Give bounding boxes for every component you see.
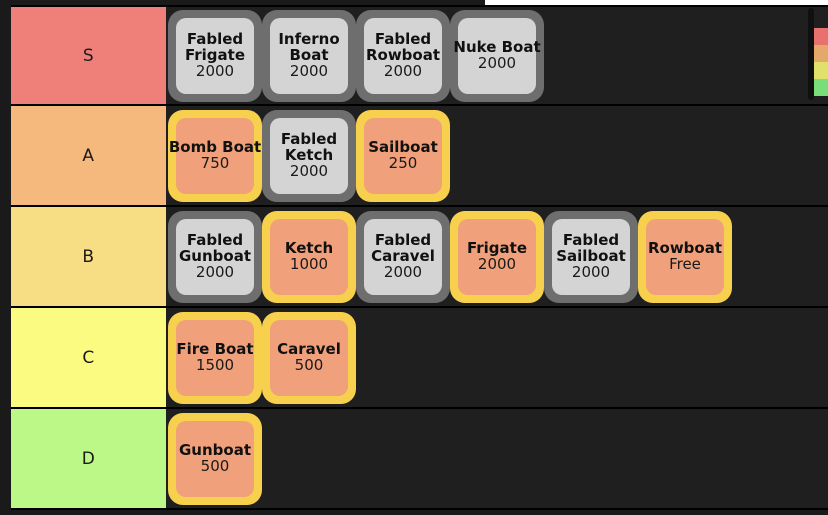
tier-card-name: Nuke Boat: [453, 38, 541, 56]
tier-card-price: 2000: [571, 263, 611, 281]
tier-card-inner: Bomb Boat 750: [169, 117, 261, 194]
tier-card[interactable]: Fabled Sailboat 2000: [544, 210, 638, 303]
tier-row: C Fire Boat 1500 Caravel 500: [11, 308, 828, 409]
tier-card[interactable]: Fabled Frigate 2000: [168, 9, 262, 102]
tier-label-s[interactable]: S: [11, 7, 166, 104]
tier-card-price: 2000: [195, 263, 235, 281]
tier-card-inner: Caravel 500: [270, 319, 348, 396]
tier-card-price: 2000: [383, 263, 423, 281]
tier-card[interactable]: Bomb Boat 750: [168, 109, 262, 202]
tier-card[interactable]: Inferno Boat 2000: [262, 9, 356, 102]
tier-card-price: 1000: [289, 255, 329, 273]
tier-label-d[interactable]: D: [11, 409, 166, 508]
tier-card-inner: Ketch 1000: [270, 218, 348, 295]
tier-items-d[interactable]: Gunboat 500: [166, 409, 828, 508]
tier-card-inner: Fabled Ketch 2000: [270, 117, 348, 194]
tier-items-c[interactable]: Fire Boat 1500 Caravel 500: [166, 308, 828, 407]
tier-card[interactable]: Rowboat Free: [638, 210, 732, 303]
palette-swatch[interactable]: [814, 45, 828, 62]
tier-card-name: Fabled Gunboat: [178, 231, 251, 265]
tier-card-price: 2000: [289, 62, 329, 80]
tier-card-name: Fire Boat: [176, 340, 254, 358]
tier-row: D Gunboat 500: [11, 409, 828, 510]
tier-label-c[interactable]: C: [11, 308, 166, 407]
tier-card-price: 2000: [289, 162, 329, 180]
tier-list-screenshot: S Fabled Frigate 2000 Inferno Boat 2000 Fabled R…: [0, 0, 828, 515]
tier-card-inner: Rowboat Free: [646, 218, 724, 295]
tier-card-price: 2000: [195, 62, 235, 80]
tier-card[interactable]: Fabled Rowboat 2000: [356, 9, 450, 102]
tier-card[interactable]: Fabled Gunboat 2000: [168, 210, 262, 303]
tier-items-a[interactable]: Bomb Boat 750 Fabled Ketch 2000 Sailboat 250: [166, 106, 828, 205]
tier-board: S Fabled Frigate 2000 Inferno Boat 2000 Fabled R…: [0, 5, 828, 515]
tier-card-name: Fabled Caravel: [371, 231, 435, 265]
tier-card-price: Free: [669, 255, 701, 273]
palette-swatch[interactable]: [814, 62, 828, 79]
tier-card-inner: Gunboat 500: [176, 420, 254, 497]
tier-card-name: Bomb Boat: [168, 138, 262, 156]
tier-card[interactable]: Fabled Caravel 2000: [356, 210, 450, 303]
tier-card[interactable]: Ketch 1000: [262, 210, 356, 303]
tier-label-a[interactable]: A: [11, 106, 166, 205]
tier-card-inner: Fabled Caravel 2000: [364, 218, 442, 295]
tier-row: S Fabled Frigate 2000 Inferno Boat 2000 Fabled R…: [11, 5, 828, 106]
tier-card-price: 2000: [477, 54, 517, 72]
tier-row: A Bomb Boat 750 Fabled Ketch 2000 Sailboat 250: [11, 106, 828, 207]
tier-card-price: 1500: [195, 356, 235, 374]
tier-card[interactable]: Sailboat 250: [356, 109, 450, 202]
tier-card-inner: Inferno Boat 2000: [270, 17, 348, 94]
tier-card-name: Gunboat: [178, 441, 251, 459]
tier-card-price: 250: [388, 154, 418, 172]
tier-card-price: 500: [200, 457, 230, 475]
tier-card-name: Ketch: [284, 239, 334, 257]
tier-card[interactable]: Fabled Ketch 2000: [262, 109, 356, 202]
palette-swatch[interactable]: [814, 28, 828, 45]
tier-card[interactable]: Gunboat 500: [168, 412, 262, 505]
tier-card-name: Fabled Rowboat: [365, 30, 441, 64]
tier-card-name: Fabled Ketch: [280, 130, 338, 164]
tier-card-inner: Frigate 2000: [458, 218, 536, 295]
tier-card-price: 500: [294, 356, 324, 374]
tier-items-s[interactable]: Fabled Frigate 2000 Inferno Boat 2000 Fabled Ro…: [166, 7, 828, 104]
tier-card-name: Sailboat: [368, 138, 438, 156]
tier-card[interactable]: Frigate 2000: [450, 210, 544, 303]
tier-card-name: Fabled Sailboat: [556, 231, 626, 265]
tier-card[interactable]: Fire Boat 1500: [168, 311, 262, 404]
tier-card-price: 750: [200, 154, 230, 172]
tier-card-name: Inferno Boat: [278, 30, 340, 64]
palette-swatch[interactable]: [814, 79, 828, 96]
tier-card-inner: Fabled Frigate 2000: [176, 17, 254, 94]
tier-card-price: 2000: [383, 62, 423, 80]
tier-card-name: Rowboat: [647, 239, 723, 257]
tier-items-b[interactable]: Fabled Gunboat 2000 Ketch 1000 Fabled Caravel 2…: [166, 207, 828, 306]
tier-label-b[interactable]: B: [11, 207, 166, 306]
tier-card-inner: Fabled Sailboat 2000: [552, 218, 630, 295]
tier-card[interactable]: Nuke Boat 2000: [450, 9, 544, 102]
color-palette[interactable]: [814, 28, 828, 96]
tier-card-inner: Fabled Rowboat 2000: [364, 17, 442, 94]
tier-card-inner: Nuke Boat 2000: [453, 17, 541, 94]
tier-card-inner: Sailboat 250: [364, 117, 442, 194]
tier-card-inner: Fabled Gunboat 2000: [176, 218, 254, 295]
tier-card-name: Caravel: [277, 340, 341, 358]
tier-card[interactable]: Caravel 500: [262, 311, 356, 404]
tier-card-inner: Fire Boat 1500: [176, 319, 254, 396]
tier-card-price: 2000: [477, 255, 517, 273]
tier-card-name: Fabled Frigate: [184, 30, 246, 64]
tier-card-name: Frigate: [466, 239, 528, 257]
tier-row: B Fabled Gunboat 2000 Ketch 1000 Fabled Caravel…: [11, 207, 828, 308]
